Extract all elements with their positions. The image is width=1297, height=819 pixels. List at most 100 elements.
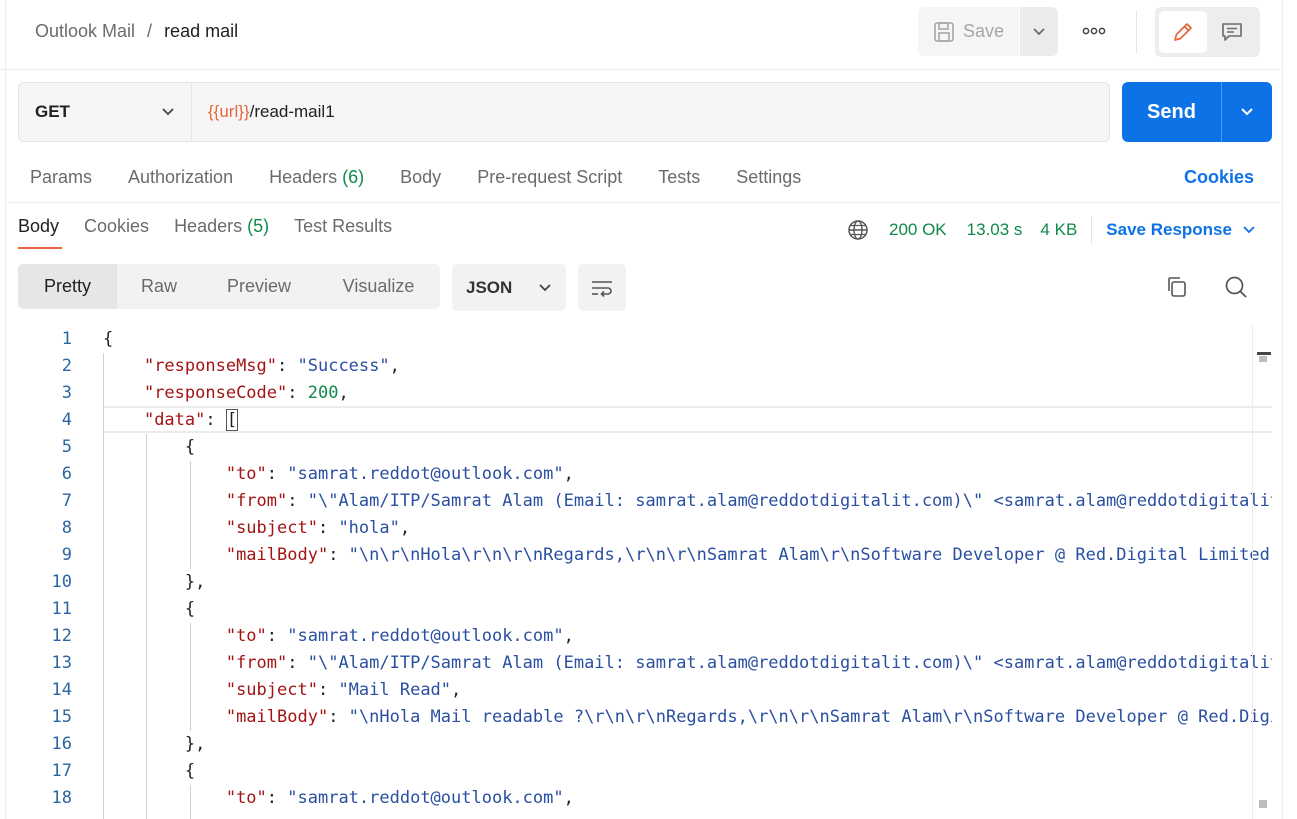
chevron-down-icon bbox=[539, 283, 551, 291]
pencil-icon bbox=[1173, 23, 1192, 41]
tab-headers-label: Headers bbox=[269, 167, 338, 187]
json-string: "Mail Read" bbox=[338, 680, 452, 700]
request-response-divider bbox=[6, 202, 1282, 203]
json-string: "\nHola Mail readable ?\r\n\r\nRegards,\… bbox=[348, 707, 1272, 727]
tab-response-cookies[interactable]: Cookies bbox=[84, 216, 149, 237]
json-key: "from" bbox=[225, 491, 288, 511]
json-string: "Success" bbox=[297, 356, 390, 376]
tab-params[interactable]: Params bbox=[30, 167, 92, 188]
tab-prerequest-script[interactable]: Pre-request Script bbox=[477, 167, 622, 188]
json-key: "subject" bbox=[225, 680, 318, 700]
code-line: 15 "mailBody": "\nHola Mail readable ?\r… bbox=[6, 704, 1272, 731]
code-line: 14 "subject": "Mail Read", bbox=[51, 680, 462, 700]
code-line: 1{ bbox=[61, 329, 114, 349]
json-key: "data" bbox=[143, 410, 206, 430]
editor-mode-toggle bbox=[1155, 7, 1260, 57]
json-string: "hola" bbox=[338, 518, 400, 538]
json-key: "mailBody" bbox=[225, 707, 329, 727]
response-size[interactable]: 4 KB bbox=[1040, 220, 1077, 240]
json-string: "samrat.reddot@outlook.com" bbox=[287, 464, 564, 484]
search-icon bbox=[1225, 276, 1247, 298]
globe-icon[interactable] bbox=[847, 219, 869, 241]
code-line: 17 { bbox=[51, 761, 196, 781]
tab-authorization[interactable]: Authorization bbox=[128, 167, 233, 188]
more-actions-button[interactable] bbox=[1078, 15, 1110, 47]
json-brace: { bbox=[184, 761, 196, 781]
response-tabs: Body Cookies Headers (5) Test Results bbox=[18, 216, 417, 237]
json-string: "\"Alam/ITP/Samrat Alam (Email: samrat.a… bbox=[307, 491, 1272, 511]
save-options-button[interactable] bbox=[1020, 7, 1058, 56]
tab-tests[interactable]: Tests bbox=[658, 167, 700, 188]
view-raw[interactable]: Raw bbox=[117, 264, 201, 309]
url-input[interactable]: {{url}}/read-mail1 bbox=[191, 82, 1110, 142]
code-line: 7 "from": "\"Alam/ITP/Samrat Alam (Email… bbox=[6, 488, 1272, 515]
breadcrumb-request-name[interactable]: read mail bbox=[164, 21, 238, 42]
code-line: 18 "to": "samrat.reddot@outlook.com", bbox=[51, 788, 574, 808]
copy-icon bbox=[1168, 277, 1186, 297]
tab-response-body[interactable]: Body bbox=[18, 216, 59, 237]
json-key: "responseMsg" bbox=[143, 356, 278, 376]
view-preview[interactable]: Preview bbox=[201, 264, 317, 309]
save-response-button[interactable]: Save Response bbox=[1106, 220, 1256, 240]
json-string: "samrat.reddot@outlook.com" bbox=[287, 626, 564, 646]
scroll-position-marker bbox=[1257, 352, 1271, 355]
code-line: 9 "mailBody": "\n\r\nHola\r\n\r\nRegards… bbox=[6, 542, 1272, 569]
copy-button[interactable] bbox=[1162, 272, 1192, 302]
scrollbar-thumb[interactable] bbox=[1259, 356, 1267, 362]
view-pretty[interactable]: Pretty bbox=[18, 264, 117, 309]
json-string: "\"Alam/ITP/Samrat Alam (Email: samrat.a… bbox=[307, 653, 1272, 673]
tab-settings[interactable]: Settings bbox=[736, 167, 801, 188]
code-line: 8 "subject": "hola", bbox=[61, 518, 411, 538]
save-button[interactable]: Save bbox=[918, 7, 1019, 56]
chevron-down-icon bbox=[162, 108, 174, 116]
json-string: "samrat.reddot@outlook.com" bbox=[287, 788, 564, 808]
code-line: 4 "data": [ bbox=[61, 409, 239, 431]
tab-response-headers[interactable]: Headers (5) bbox=[174, 216, 269, 237]
comments-mode-button[interactable] bbox=[1209, 11, 1257, 53]
status-code[interactable]: 200 OK bbox=[889, 220, 947, 240]
response-view-tabs: Pretty Raw Preview Visualize bbox=[18, 264, 440, 309]
header-divider bbox=[1136, 10, 1137, 54]
json-key: "to" bbox=[225, 626, 267, 646]
response-body-editor[interactable]: 1{ 2 "responseMsg": "Success", 3 "respon… bbox=[6, 326, 1272, 819]
word-wrap-button[interactable] bbox=[578, 264, 626, 311]
tab-response-headers-label: Headers bbox=[174, 216, 243, 236]
breadcrumb-collection[interactable]: Outlook Mail bbox=[35, 21, 135, 42]
send-options-button[interactable] bbox=[1222, 82, 1272, 142]
send-group: Send bbox=[1122, 82, 1272, 142]
code-line: 2 "responseMsg": "Success", bbox=[61, 356, 400, 376]
chevron-down-icon bbox=[1033, 27, 1045, 35]
json-string: "\n\r\nHola\r\n\r\nRegards,\r\n\r\nSamra… bbox=[348, 545, 1272, 565]
json-key: "to" bbox=[225, 464, 267, 484]
view-visualize[interactable]: Visualize bbox=[317, 264, 440, 309]
url-variable: {{url}} bbox=[208, 102, 250, 121]
response-time[interactable]: 13.03 s bbox=[967, 220, 1023, 240]
tab-test-results[interactable]: Test Results bbox=[294, 216, 392, 237]
more-horizontal-icon bbox=[1082, 27, 1106, 35]
tab-headers[interactable]: Headers (6) bbox=[269, 167, 364, 188]
scrollbar-end-marker bbox=[1259, 800, 1267, 808]
search-button[interactable] bbox=[1221, 272, 1251, 302]
json-brace: { bbox=[184, 437, 196, 457]
save-response-label: Save Response bbox=[1106, 220, 1232, 239]
json-key: "responseCode" bbox=[143, 383, 288, 403]
code-line: 10 }, bbox=[51, 572, 206, 592]
response-format-select[interactable]: JSON bbox=[452, 264, 566, 311]
breadcrumb: Outlook Mail / read mail bbox=[35, 21, 238, 42]
json-brace: }, bbox=[184, 572, 206, 592]
json-number: 200 bbox=[307, 383, 339, 403]
cookies-link[interactable]: Cookies bbox=[1184, 167, 1254, 188]
send-button[interactable]: Send bbox=[1122, 82, 1222, 142]
code-line: 6 "to": "samrat.reddot@outlook.com", bbox=[61, 464, 574, 484]
http-method-select[interactable]: GET bbox=[18, 82, 192, 142]
request-tabs: Params Authorization Headers (6) Body Pr… bbox=[30, 167, 837, 188]
edit-mode-button[interactable] bbox=[1159, 11, 1207, 53]
response-status: 200 OK 13.03 s 4 KB Save Response bbox=[847, 216, 1256, 244]
active-tab-indicator bbox=[18, 247, 62, 249]
save-group: Save bbox=[918, 7, 1058, 56]
tab-response-headers-count: (5) bbox=[247, 216, 270, 236]
http-method-value: GET bbox=[35, 102, 70, 121]
editor-scrollbar[interactable] bbox=[1252, 326, 1272, 819]
json-bracket: [ bbox=[225, 409, 239, 431]
tab-body[interactable]: Body bbox=[400, 167, 441, 188]
